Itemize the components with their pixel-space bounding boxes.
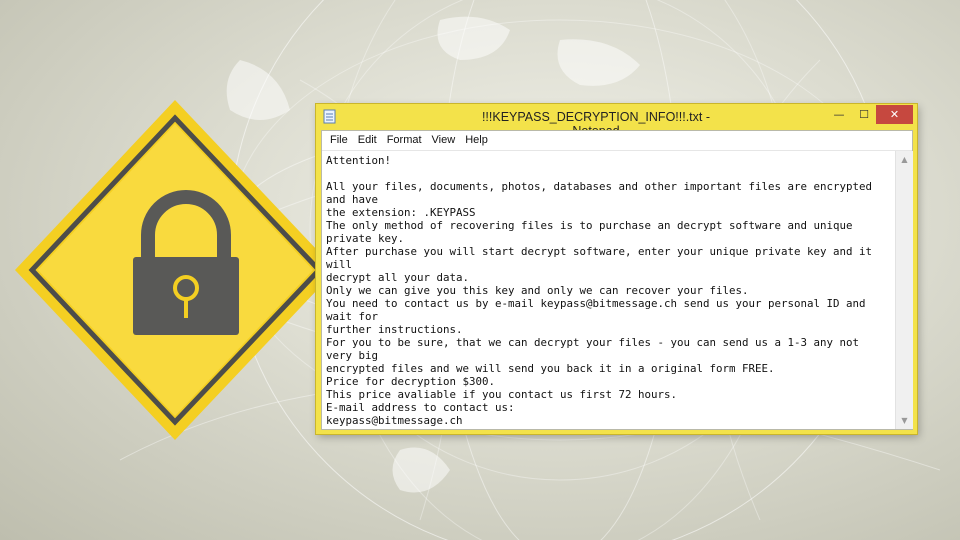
editor-line: After purchase you will start decrypt so… xyxy=(326,245,879,271)
editor-line: Only we can give you this key and only w… xyxy=(326,284,749,297)
editor-line: You need to contact us by e-mail keypass… xyxy=(326,297,873,323)
editor-line: Attention! xyxy=(326,154,392,167)
title-bar[interactable]: !!!KEYPASS_DECRYPTION_INFO!!!.txt - Note… xyxy=(316,104,917,138)
minimize-button[interactable]: — xyxy=(826,105,852,124)
maximize-button[interactable]: ☐ xyxy=(852,105,876,124)
menu-bar: File Edit Format View Help xyxy=(322,131,912,151)
notepad-window: !!!KEYPASS_DECRYPTION_INFO!!!.txt - Note… xyxy=(316,104,917,434)
close-button[interactable]: ✕ xyxy=(876,105,913,124)
editor-line: All your files, documents, photos, datab… xyxy=(326,180,879,206)
editor-line: the extension: .KEYPASS xyxy=(326,206,476,219)
editor-line: decrypt all your data. xyxy=(326,271,470,284)
vertical-scrollbar[interactable]: ▲ ▼ xyxy=(895,151,913,429)
editor-line: Reserve e-mail address to contact us xyxy=(326,427,560,429)
notepad-icon[interactable] xyxy=(322,109,337,124)
scroll-up-arrow-icon[interactable]: ▲ xyxy=(896,151,913,168)
editor-line: Price for decryption $300. xyxy=(326,375,496,388)
menu-file[interactable]: File xyxy=(325,131,353,150)
notepad-client-area: File Edit Format View Help Attention! Al… xyxy=(321,130,913,430)
text-editor[interactable]: Attention! All your files, documents, ph… xyxy=(322,151,895,429)
menu-edit[interactable]: Edit xyxy=(353,131,382,150)
editor-line: keypass@bitmessage.ch xyxy=(326,414,463,427)
editor-line: encrypted files and we will send you bac… xyxy=(326,362,775,375)
menu-format[interactable]: Format xyxy=(382,131,427,150)
editor-line: The only method of recovering files is t… xyxy=(326,219,860,245)
editor-line: This price avaliable if you contact us f… xyxy=(326,388,678,401)
menu-help[interactable]: Help xyxy=(460,131,493,150)
editor-line: For you to be sure, that we can decrypt … xyxy=(326,336,866,362)
editor-text[interactable]: Attention! All your files, documents, ph… xyxy=(322,151,895,429)
editor-line: further instructions. xyxy=(326,323,463,336)
editor-line: E-mail address to contact us: xyxy=(326,401,515,414)
menu-view[interactable]: View xyxy=(427,131,461,150)
padlock-warning-icon xyxy=(15,100,336,440)
scroll-down-arrow-icon[interactable]: ▼ xyxy=(896,412,913,429)
